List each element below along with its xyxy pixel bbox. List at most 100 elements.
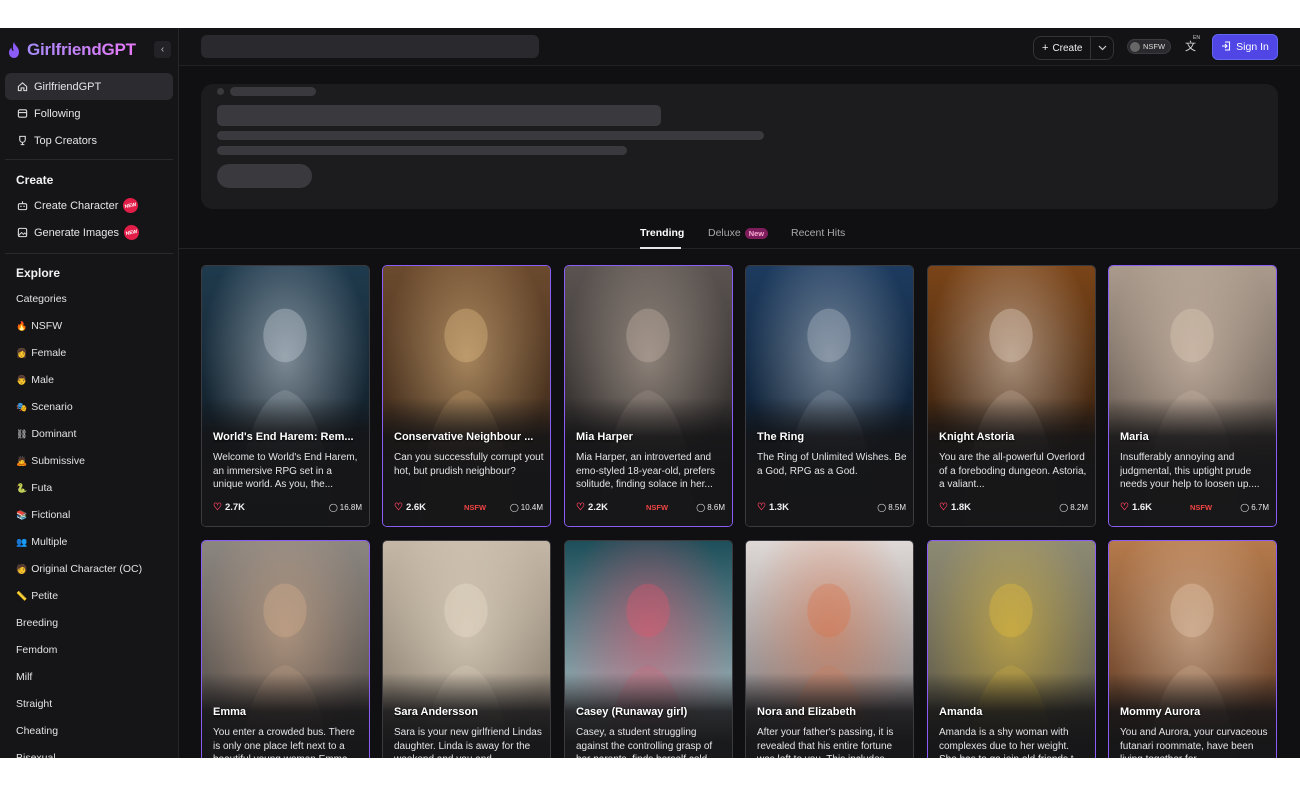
character-name: Sara Andersson [394, 706, 478, 718]
category-label: Submissive [31, 455, 85, 467]
character-card[interactable]: Conservative Neighbour ... Can you succes… [382, 265, 551, 527]
sidebar-category-item[interactable]: 🙇 Submissive [16, 455, 85, 467]
create-button-label: Create [1052, 42, 1083, 54]
character-name: Knight Astoria [939, 431, 1015, 443]
sidebar-item-create-character[interactable]: Create Character NEW [5, 192, 173, 219]
sign-in-button[interactable]: Sign In [1212, 34, 1278, 60]
sidebar-category-item[interactable]: 🐍 Futa [16, 482, 52, 494]
explore-section-title: Explore [16, 266, 61, 280]
sidebar-category-item[interactable]: 🧑 Original Character (OC) [16, 563, 142, 575]
character-name: The Ring [757, 431, 805, 443]
sidebar-item-home[interactable]: GirlfriendGPT [5, 73, 173, 100]
sidebar-category-item[interactable]: Milf [16, 671, 32, 683]
category-label: Bisexual [16, 752, 56, 758]
character-card[interactable]: Sara Andersson Sara is your new girlfrien… [382, 540, 551, 758]
category-emoji-icon: 🧑 [16, 563, 28, 574]
category-label: Femdom [16, 644, 58, 656]
like-count[interactable]: ♡ 2.7K [213, 502, 245, 513]
like-count[interactable]: ♡ 1.3K [757, 502, 789, 513]
create-button[interactable]: + Create [1034, 37, 1092, 59]
sidebar-category-item[interactable]: 📚 Fictional [16, 509, 70, 521]
character-card[interactable]: Mia Harper Mia Harper, an introverted and… [564, 265, 733, 527]
sidebar: GirlfriendGPT ‹ GirlfriendGPT Following … [0, 28, 179, 758]
search-input-skeleton[interactable] [201, 35, 539, 58]
nsfw-toggle[interactable]: NSFW [1127, 39, 1171, 54]
sidebar-category-item[interactable]: Breeding [16, 617, 58, 629]
sidebar-category-item[interactable]: 🔥 NSFW [16, 320, 62, 332]
character-card[interactable]: The Ring The Ring of Unlimited Wishes. Be… [745, 265, 914, 527]
like-count[interactable]: ♡ 1.8K [939, 502, 971, 513]
character-card[interactable]: Nora and Elizabeth After your father's pa… [745, 540, 914, 758]
sidebar-category-item[interactable]: 🎭 Scenario [16, 401, 73, 413]
character-description: Can you successfully corrupt yout hot, b… [394, 452, 544, 477]
character-name: Mia Harper [576, 431, 633, 443]
sidebar-item-generate-images[interactable]: Generate Images NEW [5, 219, 173, 246]
card-stats: ♡ 1.8K ◯ 8.2M [939, 502, 1088, 516]
card-stats: ♡ 2.7K ◯ 16.8M [213, 502, 362, 516]
character-name: Maria [1120, 431, 1149, 443]
sidebar-category-item[interactable]: 👨 Male [16, 374, 54, 386]
character-name: World's End Harem: Rem... [213, 431, 354, 443]
sidebar-category-item[interactable]: Bisexual [16, 752, 56, 758]
sidebar-category-item[interactable]: 📏 Petite [16, 590, 58, 602]
character-card[interactable]: Mommy Aurora You and Aurora, your curvace… [1108, 540, 1277, 758]
chat-bubble-icon: ◯ [328, 503, 338, 512]
like-count[interactable]: ♡ 2.6K [394, 502, 426, 513]
active-tab-indicator [640, 247, 681, 249]
sidebar-category-item[interactable]: Straight [16, 698, 52, 710]
like-count-value: 1.8K [950, 502, 972, 513]
tab-label: Recent Hits [791, 227, 846, 239]
category-label: Multiple [31, 536, 68, 548]
like-count[interactable]: ♡ 1.6K [1120, 502, 1152, 513]
character-card[interactable]: World's End Harem: Rem... Welcome to Worl… [201, 265, 370, 527]
character-description: Insufferably annoying and judgmental, th… [1120, 452, 1260, 490]
chat-count-value: 6.7M [1251, 503, 1269, 512]
sidebar-item-label: Top Creators [34, 134, 97, 147]
sidebar-category-item[interactable]: Categories [16, 293, 67, 305]
new-badge: NEW [121, 196, 140, 215]
category-label: Breeding [16, 617, 59, 629]
character-card[interactable]: Casey (Runaway girl) Casey, a student str… [564, 540, 733, 758]
character-name: Mommy Aurora [1120, 706, 1201, 718]
character-card[interactable]: Maria Insufferably annoying and judgmenta… [1108, 265, 1277, 527]
following-icon [16, 108, 28, 120]
category-emoji-icon: 👩 [16, 347, 28, 358]
character-description: Welcome to World's End Harem, an immersi… [213, 452, 358, 490]
category-label: Categories [16, 293, 67, 305]
sidebar-category-item[interactable]: 👩 Female [16, 347, 66, 359]
sidebar-item-top-creators[interactable]: Top Creators [5, 127, 173, 154]
chat-count: ◯ 8.6M [696, 503, 725, 512]
sidebar-category-item[interactable]: 👥 Multiple [16, 536, 67, 548]
like-count[interactable]: ♡ 2.2K [576, 502, 608, 513]
character-description: Amanda is a shy woman with complexes due… [939, 727, 1082, 758]
sidebar-category-item[interactable]: Cheating [16, 725, 58, 737]
sidebar-category-item[interactable]: Femdom [16, 644, 57, 656]
card-stats: ♡ 2.6K NSFW ◯ 10.4M [394, 502, 543, 516]
chevron-down-icon[interactable] [1091, 45, 1113, 51]
character-name: Nora and Elizabeth [757, 706, 857, 718]
character-card[interactable]: Amanda Amanda is a shy woman with complex… [927, 540, 1096, 758]
character-description: You are the all-powerful Overlord of a f… [939, 452, 1087, 490]
nsfw-tag: NSFW [646, 503, 669, 512]
skeleton-dot [217, 88, 224, 95]
chat-bubble-icon: ◯ [877, 503, 887, 512]
sidebar-category-item[interactable]: ⛓ Dominant [16, 428, 76, 440]
tab-recent-hits[interactable]: Recent Hits [791, 227, 845, 239]
sidebar-item-following[interactable]: Following [5, 100, 173, 127]
tab-trending[interactable]: Trending [640, 227, 684, 239]
category-emoji-icon: 👥 [16, 536, 28, 547]
nsfw-tag: NSFW [1190, 503, 1213, 512]
nsfw-toggle-label: NSFW [1143, 42, 1166, 51]
category-emoji-icon: 🔥 [16, 320, 28, 331]
create-dropdown[interactable]: + Create [1033, 36, 1114, 60]
heart-icon: ♡ [394, 502, 403, 513]
tab-deluxe[interactable]: Deluxe New [708, 227, 769, 239]
image-icon [16, 227, 28, 239]
character-card[interactable]: Emma You enter a crowded bus. There is on… [201, 540, 370, 758]
collapse-sidebar-button[interactable]: ‹ [154, 41, 171, 58]
chat-bubble-icon: ◯ [1240, 503, 1250, 512]
brand-logo[interactable]: GirlfriendGPT [6, 40, 136, 60]
character-card[interactable]: Knight Astoria You are the all-powerful O… [927, 265, 1096, 527]
language-button[interactable]: 文 EN [1185, 35, 1201, 54]
sidebar-item-label: Generate Images [34, 226, 119, 239]
